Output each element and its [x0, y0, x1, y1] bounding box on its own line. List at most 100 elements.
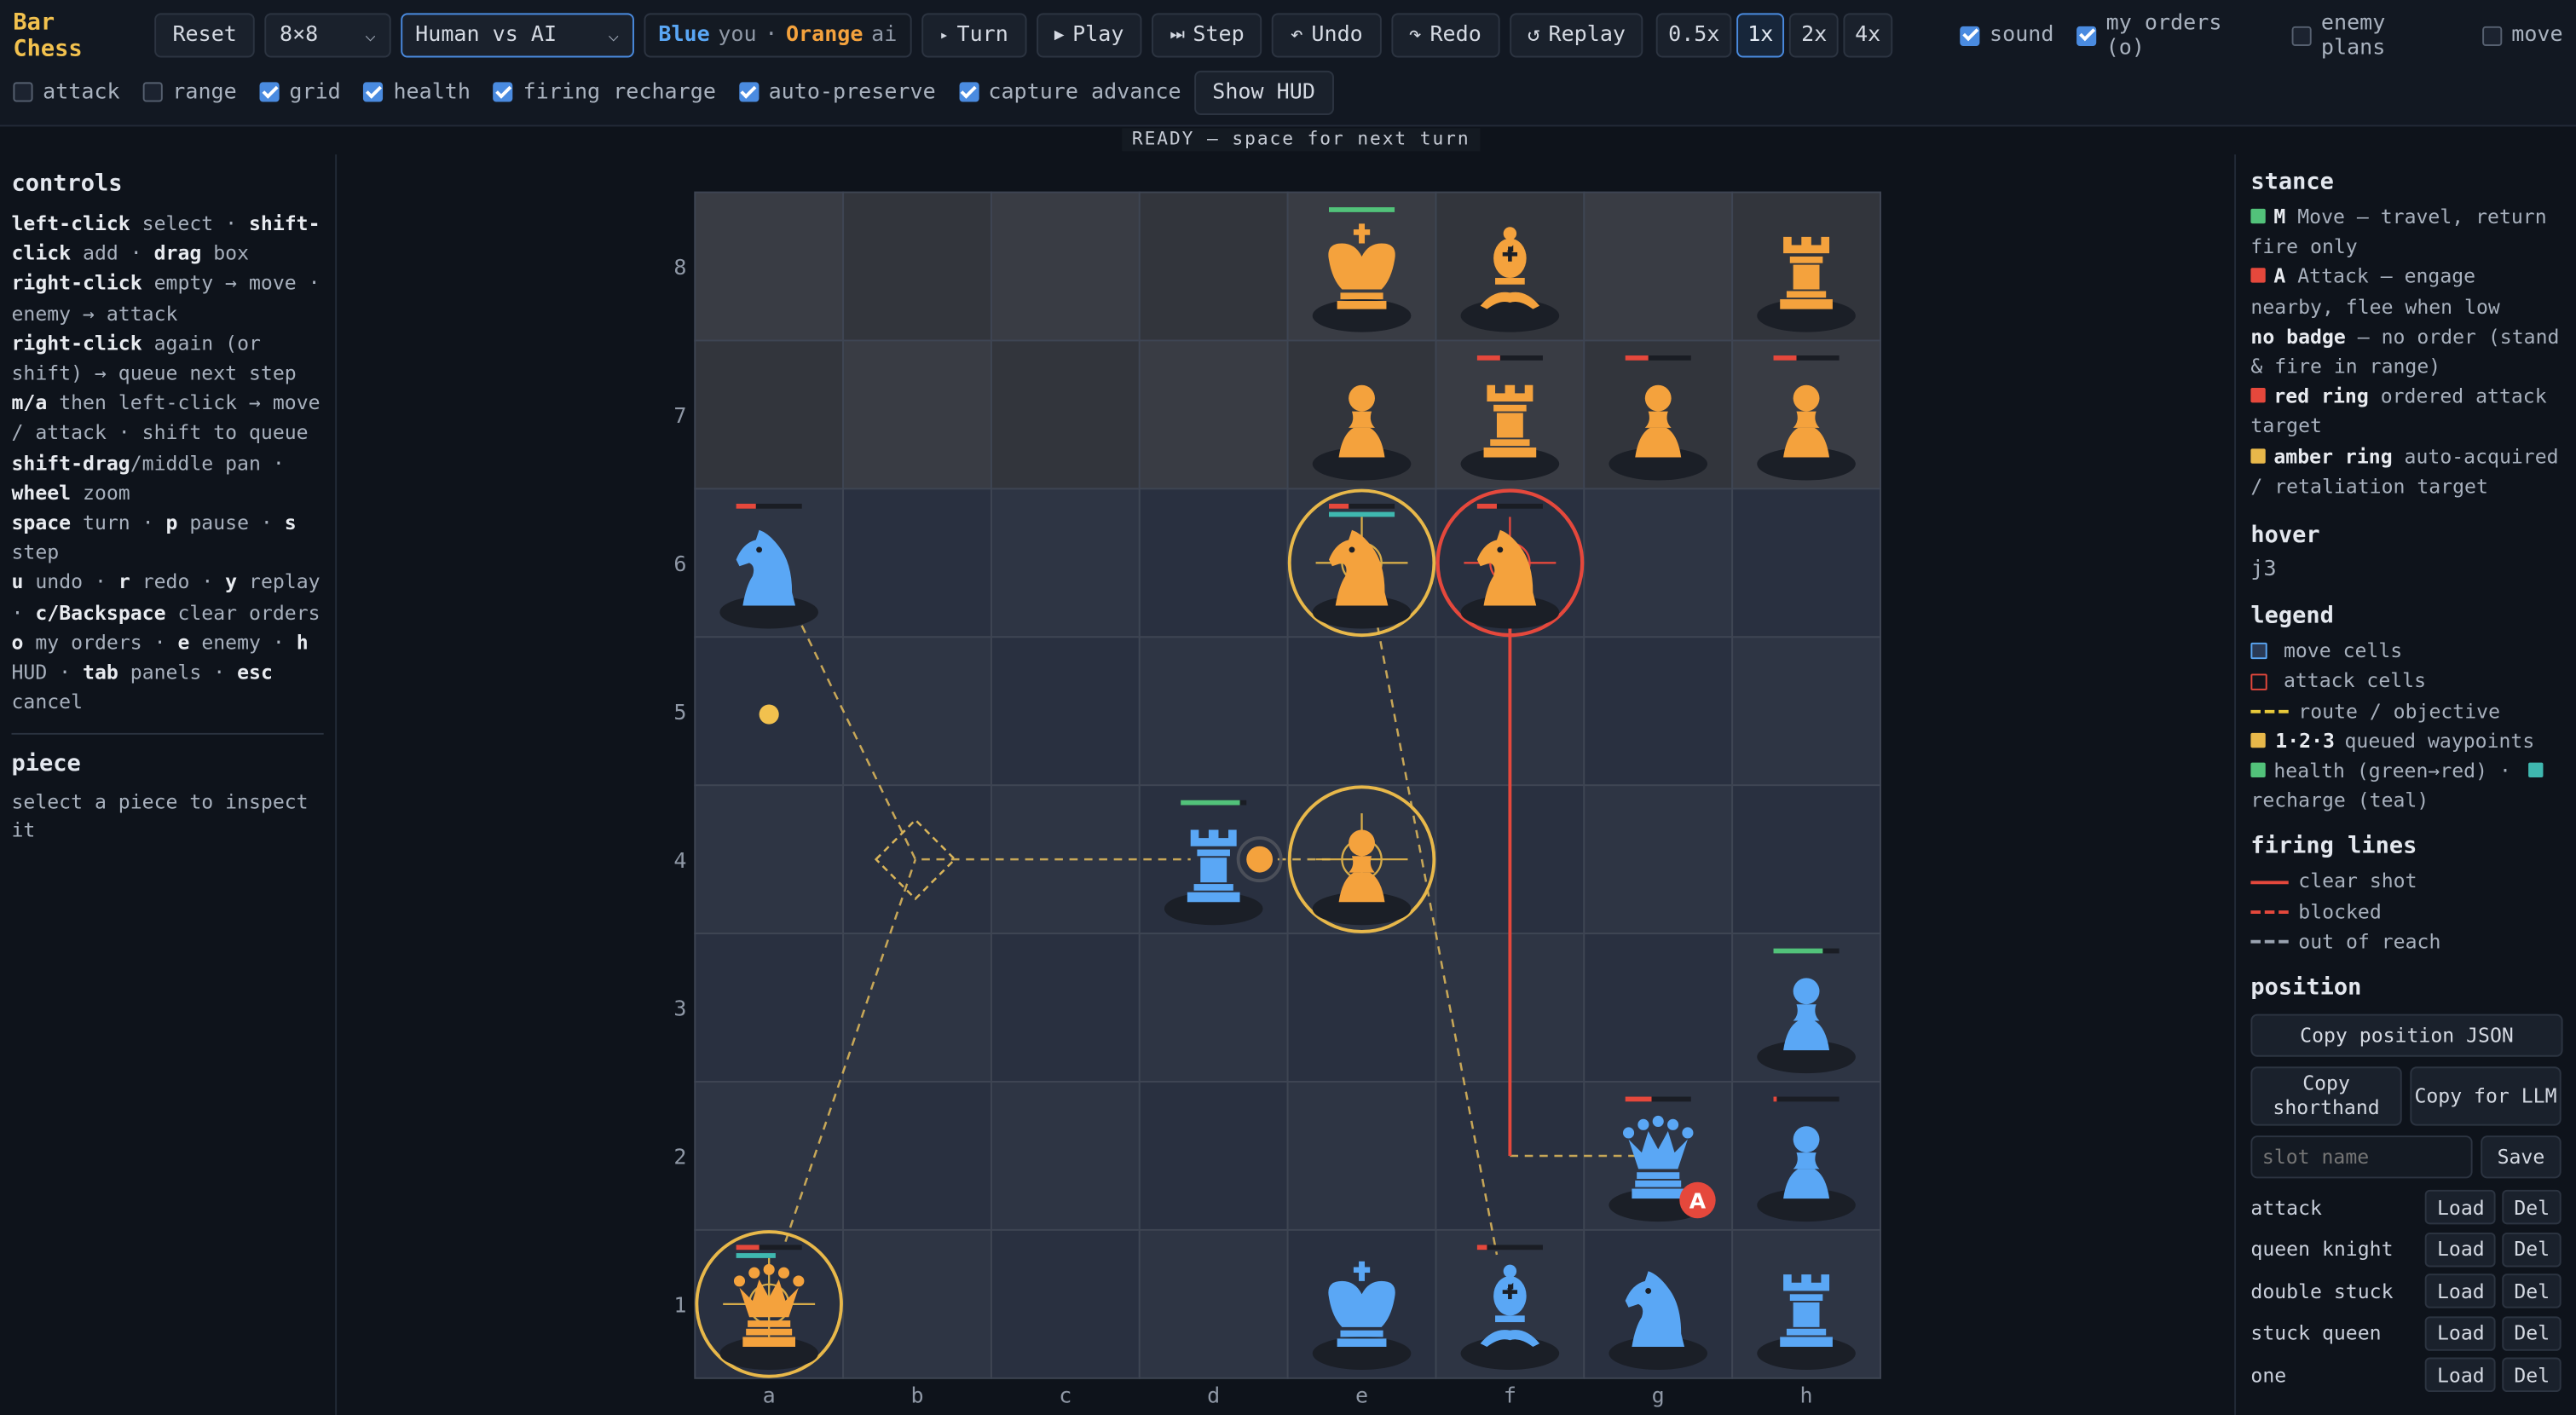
board-cell-d2[interactable]: [1138, 1081, 1289, 1231]
board-cell-g4[interactable]: [1583, 784, 1734, 935]
grid-toggle[interactable]: grid: [259, 80, 341, 104]
speed-2x-button[interactable]: 2x: [1789, 13, 1839, 58]
board-cell-g3[interactable]: [1583, 933, 1734, 1083]
replay-button[interactable]: ↺ Replay: [1509, 13, 1644, 58]
enemy-plans-toggle[interactable]: enemy plans: [2291, 11, 2459, 60]
checkbox-unchecked[interactable]: [2481, 25, 2502, 46]
board-cell-b3[interactable]: [842, 933, 992, 1083]
checkbox-checked[interactable]: [259, 82, 280, 102]
chess-board[interactable]: 8 7 6 5 4 3 2 1 a b c d e f g h A: [338, 154, 2234, 1415]
board-size-select[interactable]: 8×8 ⌵: [264, 13, 391, 58]
board-cell-a3[interactable]: [694, 933, 845, 1083]
auto-preserve-toggle[interactable]: auto-preserve: [738, 80, 936, 104]
speed-1x-button[interactable]: 1x: [1736, 13, 1785, 58]
attack-toggle[interactable]: attack: [13, 80, 120, 104]
board-cell-c6[interactable]: [990, 488, 1141, 638]
copy-shorthand-button[interactable]: Copy shorthand: [2250, 1066, 2402, 1126]
board-cell-a4[interactable]: [694, 784, 845, 935]
load-slot-button[interactable]: Load: [2425, 1358, 2497, 1393]
slot-row: stuck queen Load Del: [2250, 1313, 2562, 1354]
board-cell-a8[interactable]: [694, 191, 845, 342]
checkbox-checked[interactable]: [958, 82, 979, 102]
board-cell-d6[interactable]: [1138, 488, 1289, 638]
capture-advance-toggle[interactable]: capture advance: [958, 80, 1181, 104]
board-cell-g6[interactable]: [1583, 488, 1734, 638]
copy-position-json-button[interactable]: Copy position JSON: [2250, 1014, 2563, 1057]
stance-key: M: [2273, 205, 2286, 228]
checkbox-checked[interactable]: [738, 82, 760, 102]
slot-name-input[interactable]: [2250, 1135, 2473, 1179]
my-orders-toggle[interactable]: my orders (o): [2076, 11, 2268, 60]
board-cell-h6[interactable]: [1731, 488, 1881, 638]
stance-move-swatch: [2250, 208, 2266, 224]
board-cell-b1[interactable]: [842, 1228, 992, 1379]
speed-0-5x-button[interactable]: 0.5x: [1656, 13, 1731, 58]
clear-shot-swatch: [2250, 880, 2289, 884]
step-button[interactable]: ⏭ Step: [1152, 13, 1262, 58]
board-cell-d7[interactable]: [1138, 339, 1289, 490]
board-cell-g5[interactable]: [1583, 636, 1734, 787]
board-cell-a7[interactable]: [694, 339, 845, 490]
load-slot-button[interactable]: Load: [2425, 1274, 2497, 1309]
board-cell-e3[interactable]: [1286, 933, 1437, 1083]
health-toggle[interactable]: health: [363, 79, 471, 105]
board-cell-e5[interactable]: [1286, 636, 1437, 787]
board-cell-g8[interactable]: [1583, 191, 1734, 342]
delete-slot-button[interactable]: Del: [2502, 1190, 2562, 1225]
slot-actions: Load Del: [2425, 1274, 2562, 1309]
load-slot-button[interactable]: Load: [2425, 1190, 2497, 1225]
board-cell-b8[interactable]: [842, 191, 992, 342]
load-slot-button[interactable]: Load: [2425, 1315, 2497, 1351]
board-cell-c7[interactable]: [990, 339, 1141, 490]
board-cell-a2[interactable]: [694, 1081, 845, 1231]
board-cell-d8[interactable]: [1138, 191, 1289, 342]
board-cell-d3[interactable]: [1138, 933, 1289, 1083]
legend-blocked: blocked: [2250, 897, 2561, 927]
delete-slot-button[interactable]: Del: [2502, 1232, 2562, 1268]
show-hud-button[interactable]: Show HUD: [1194, 69, 1334, 114]
board-cell-c1[interactable]: [990, 1228, 1141, 1379]
board-cell-d5[interactable]: [1138, 636, 1289, 787]
load-slot-button[interactable]: Load: [2425, 1232, 2497, 1268]
delete-slot-button[interactable]: Del: [2502, 1358, 2562, 1393]
checkbox-unchecked[interactable]: [2291, 25, 2312, 46]
status-message: READY — space for next turn: [1122, 128, 1481, 152]
reset-button[interactable]: Reset: [154, 13, 256, 58]
delete-slot-button[interactable]: Del: [2502, 1274, 2562, 1309]
board-cell-c8[interactable]: [990, 191, 1141, 342]
checkbox-checked[interactable]: [493, 82, 514, 102]
board-cell-c5[interactable]: [990, 636, 1141, 787]
board-cell-d1[interactable]: [1138, 1228, 1289, 1379]
board-cell-b2[interactable]: [842, 1081, 992, 1231]
checkbox-unchecked[interactable]: [142, 82, 163, 102]
board-cell-h4[interactable]: [1731, 784, 1881, 935]
board-cell-h5[interactable]: [1731, 636, 1881, 787]
checkbox-checked[interactable]: [363, 82, 384, 102]
sound-toggle[interactable]: sound: [1960, 23, 2053, 48]
mode-select[interactable]: Human vs AI ⌵: [400, 13, 634, 58]
board-cell-c2[interactable]: [990, 1081, 1141, 1231]
range-toggle[interactable]: range: [142, 80, 237, 104]
firing-recharge-toggle[interactable]: firing recharge: [493, 80, 716, 104]
delete-slot-button[interactable]: Del: [2502, 1315, 2562, 1351]
turn-button[interactable]: ▸ Turn: [921, 13, 1027, 58]
move-toggle[interactable]: move: [2481, 23, 2563, 48]
control-key: shift-drag: [11, 451, 130, 475]
copy-for-llm-button[interactable]: Copy for LLM: [2410, 1066, 2562, 1126]
board-cell-b6[interactable]: [842, 488, 992, 638]
health-toggle-label: health: [393, 79, 471, 105]
checkbox-unchecked[interactable]: [13, 82, 33, 102]
save-slot-button[interactable]: Save: [2481, 1135, 2562, 1179]
board-cell-c3[interactable]: [990, 933, 1141, 1083]
board-area[interactable]: 8 7 6 5 4 3 2 1 a b c d e f g h A: [338, 154, 2234, 1415]
board-cell-b5[interactable]: [842, 636, 992, 787]
undo-button[interactable]: ↶ Undo: [1272, 13, 1381, 58]
play-button[interactable]: ▶ Play: [1036, 13, 1142, 58]
checkbox-checked[interactable]: [2076, 25, 2097, 46]
board-cell-e2[interactable]: [1286, 1081, 1437, 1231]
board-cell-b7[interactable]: [842, 339, 992, 490]
checkbox-checked[interactable]: [1960, 25, 1980, 46]
slot-name: queen knight: [2250, 1238, 2394, 1262]
speed-4x-button[interactable]: 4x: [1843, 13, 1892, 58]
redo-button[interactable]: ↷ Redo: [1390, 13, 1499, 58]
